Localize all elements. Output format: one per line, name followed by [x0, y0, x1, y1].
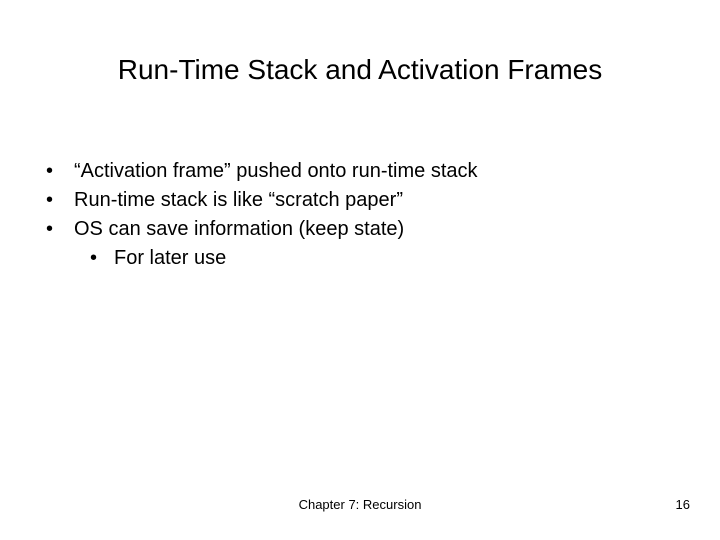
bullet-icon: •	[84, 245, 114, 272]
bullet-item: • OS can save information (keep state)	[40, 216, 680, 243]
slide-body: • “Activation frame” pushed onto run-tim…	[40, 158, 680, 272]
slide: Run-Time Stack and Activation Frames • “…	[0, 0, 720, 540]
sub-bullet-item: • For later use	[84, 245, 680, 272]
footer-page-number: 16	[676, 497, 690, 512]
bullet-text: For later use	[114, 245, 226, 272]
bullet-item: • Run-time stack is like “scratch paper”	[40, 187, 680, 214]
bullet-item: • “Activation frame” pushed onto run-tim…	[40, 158, 680, 185]
bullet-icon: •	[40, 216, 74, 243]
bullet-icon: •	[40, 187, 74, 214]
bullet-text: OS can save information (keep state)	[74, 216, 404, 243]
bullet-icon: •	[40, 158, 74, 185]
bullet-text: Run-time stack is like “scratch paper”	[74, 187, 403, 214]
slide-title: Run-Time Stack and Activation Frames	[0, 54, 720, 86]
footer-chapter: Chapter 7: Recursion	[0, 497, 720, 512]
bullet-text: “Activation frame” pushed onto run-time …	[74, 158, 478, 185]
